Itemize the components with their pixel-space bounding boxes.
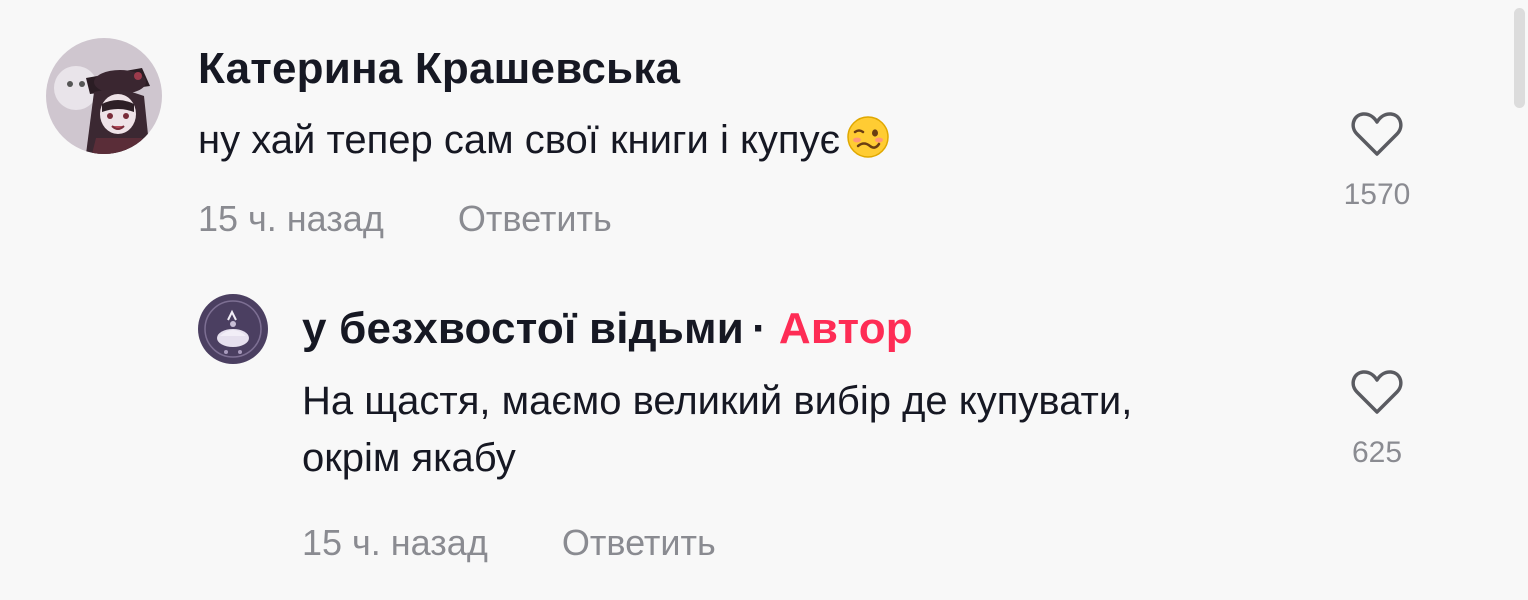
avatar[interactable] [198, 294, 268, 364]
scrollbar-thumb[interactable] [1514, 8, 1525, 108]
comment-author: у безхвостої відьми · Автор [302, 304, 913, 354]
avatar-image [46, 38, 162, 154]
author-badge: Автор [778, 304, 913, 353]
reply-button[interactable]: Ответить [458, 198, 612, 239]
comment-meta: 15 ч. назад Ответить [198, 198, 612, 240]
like-count: 625 [1351, 436, 1403, 469]
reply-button[interactable]: Ответить [562, 522, 716, 563]
author-separator: · [752, 304, 767, 353]
woozy-face-emoji [847, 116, 889, 158]
avatar-image [198, 294, 268, 364]
comment-text: ну хай тепер сам свої книги і купує [198, 112, 890, 169]
like-button[interactable]: 625 [1322, 368, 1432, 470]
comment-text: На щастя, маємо великий вибір де купуват… [302, 373, 1302, 487]
comment-text-line: окрім якабу [302, 436, 516, 480]
comment-meta: 15 ч. назад Ответить [302, 522, 716, 564]
author-name[interactable]: у безхвостої відьми [302, 304, 744, 353]
comment-time: 15 ч. назад [302, 522, 488, 563]
comment-text-content: ну хай тепер сам свої книги і купує [198, 118, 840, 162]
comment-author[interactable]: Катерина Крашевська [198, 44, 680, 94]
like-button[interactable]: 1570 [1322, 110, 1432, 212]
avatar[interactable] [46, 38, 162, 154]
heart-icon[interactable] [1351, 368, 1403, 416]
scrollbar[interactable] [1508, 0, 1528, 600]
like-count: 1570 [1343, 178, 1411, 211]
comment-text-line: На щастя, маємо великий вибір де купуват… [302, 379, 1133, 423]
author-name[interactable]: Катерина Крашевська [198, 44, 680, 93]
heart-icon[interactable] [1351, 110, 1403, 158]
comment-time: 15 ч. назад [198, 198, 384, 239]
